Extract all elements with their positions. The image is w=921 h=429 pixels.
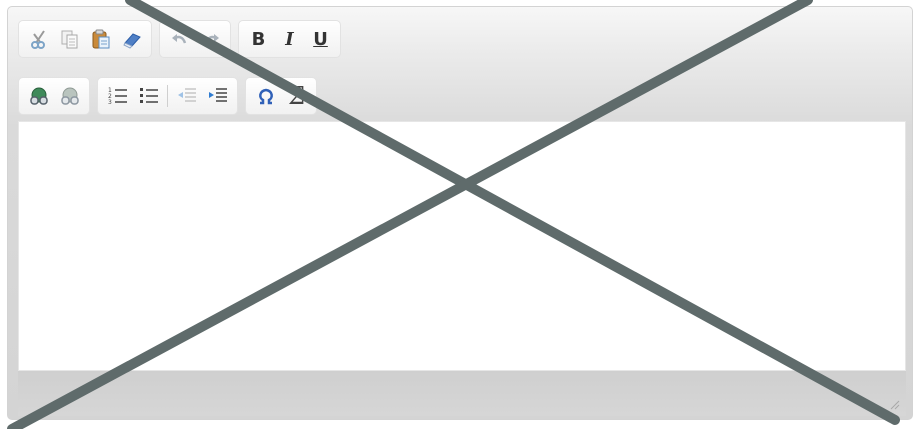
cut-button[interactable] — [23, 24, 54, 54]
ordered-list-icon: 1 2 3 — [108, 87, 127, 106]
remove-format-button[interactable] — [116, 24, 147, 54]
toolbar-row-1: B I U — [18, 20, 348, 58]
history-group — [159, 20, 231, 58]
outdent-icon — [177, 88, 196, 102]
indent-button[interactable] — [202, 81, 233, 111]
special-char-icon — [258, 88, 273, 105]
undo-icon — [171, 34, 186, 44]
bold-button[interactable]: B — [243, 24, 274, 54]
indent-icon — [208, 88, 227, 102]
cut-icon — [30, 30, 45, 49]
link-group — [18, 77, 90, 115]
toolbar-row-2: 1 2 3 Σ — [18, 77, 324, 115]
unlink-button[interactable] — [54, 81, 85, 111]
editor-statusbar — [18, 371, 906, 416]
list-group: 1 2 3 — [97, 77, 238, 115]
underline-label: U — [313, 28, 328, 50]
link-icon — [29, 87, 48, 105]
redo-button[interactable] — [195, 24, 226, 54]
redo-icon — [204, 34, 219, 44]
resize-grip-icon[interactable] — [888, 398, 900, 410]
unordered-list-icon — [139, 88, 158, 103]
unlink-icon — [60, 87, 79, 105]
sigma-label: Σ — [288, 82, 305, 110]
bold-label: B — [251, 28, 266, 50]
unordered-list-button[interactable] — [133, 81, 164, 111]
svg-text:3: 3 — [108, 99, 112, 106]
copy-icon — [61, 30, 77, 49]
format-group: B I U — [238, 20, 341, 58]
math-formula-button[interactable]: Σ — [281, 81, 312, 111]
copy-button[interactable] — [54, 24, 85, 54]
paste-button[interactable] — [85, 24, 116, 54]
undo-button[interactable] — [164, 24, 195, 54]
italic-button[interactable]: I — [274, 24, 305, 54]
list-separator — [167, 85, 168, 107]
italic-label: I — [285, 28, 294, 50]
outdent-button[interactable] — [171, 81, 202, 111]
ordered-list-button[interactable]: 1 2 3 — [102, 81, 133, 111]
paste-icon — [92, 29, 109, 49]
underline-button[interactable]: U — [305, 24, 336, 54]
special-char-button[interactable] — [250, 81, 281, 111]
eraser-icon — [122, 33, 141, 49]
editor-content-area[interactable] — [18, 121, 906, 371]
link-button[interactable] — [23, 81, 54, 111]
insert-group: Σ — [245, 77, 317, 115]
clipboard-group — [18, 20, 152, 58]
